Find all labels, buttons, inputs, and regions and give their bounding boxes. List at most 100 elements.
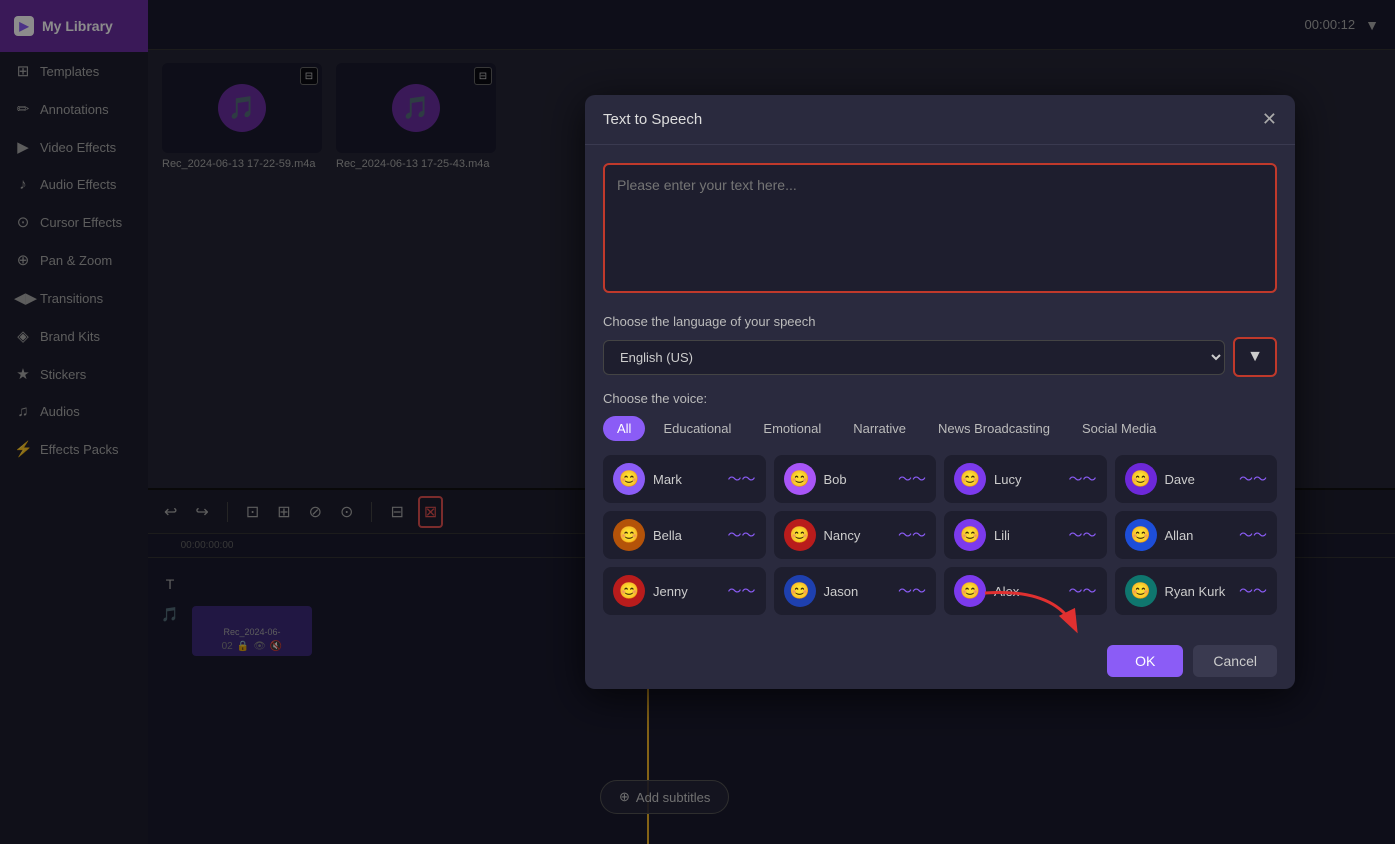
media-item[interactable]: 🎵 ⊟ Rec_2024-06-13 17-25-43.m4a — [336, 63, 496, 170]
sidebar-logo[interactable]: ▶ My Library — [0, 0, 148, 52]
split-button[interactable]: ⊞ — [273, 498, 294, 526]
tts-close-button[interactable]: ✕ — [1262, 109, 1277, 130]
add-subtitles-label: Add subtitles — [636, 790, 710, 805]
add-subtitles-button[interactable]: ⊕ Add subtitles — [600, 780, 729, 814]
transitions-icon: ◀▶ — [14, 289, 32, 307]
sidebar-item-pan-zoom[interactable]: ⊕ Pan & Zoom — [0, 241, 148, 279]
sidebar-item-templates[interactable]: ⊞ Templates — [0, 52, 148, 90]
voice-left: 😊 Lili — [954, 519, 1010, 551]
crop-button[interactable]: ⊡ — [242, 498, 263, 526]
bookmark-button[interactable]: ⊘ — [305, 498, 326, 526]
voice-name-bob: Bob — [824, 472, 847, 487]
voice-card-ryan[interactable]: 😊 Ryan Kurk 〜〜 — [1115, 567, 1278, 615]
logo-icon: ▶ — [14, 16, 34, 36]
clip-eye-icon: 👁 — [253, 641, 266, 652]
voice-avatar-ryan: 😊 — [1125, 575, 1157, 607]
tts-lang-label: Choose the language of your speech — [603, 314, 1277, 329]
ruler-label-start: 00:00:00:00 — [181, 540, 234, 551]
voice-wave-bob: 〜〜 — [898, 469, 926, 489]
voice-tab-narrative[interactable]: Narrative — [839, 416, 920, 441]
voice-tab-emotional[interactable]: Emotional — [749, 416, 835, 441]
brand-kits-icon: ◈ — [14, 327, 32, 345]
voice-avatar-mark: 😊 — [613, 463, 645, 495]
tts-text-input[interactable] — [603, 163, 1277, 293]
voice-card-mark[interactable]: 😊 Mark 〜〜 — [603, 455, 766, 503]
sidebar-item-label: Effects Packs — [40, 442, 119, 457]
topbar-dropdown-icon[interactable]: ▼ — [1365, 17, 1379, 33]
voice-name-ryan: Ryan Kurk — [1165, 584, 1226, 599]
voice-avatar-bella: 😊 — [613, 519, 645, 551]
voice-grid: 😊 Mark 〜〜 😊 Bob 〜〜 😊 Lucy 〜〜 — [603, 455, 1277, 615]
media-thumb: 🎵 ⊟ — [162, 63, 322, 153]
add-subtitles-icon: ⊕ — [619, 789, 630, 805]
sidebar-item-label: Annotations — [40, 102, 109, 117]
voice-name-mark: Mark — [653, 472, 682, 487]
voice-avatar-jason: 😊 — [784, 575, 816, 607]
voice-left: 😊 Jenny — [613, 575, 688, 607]
sidebar-item-label: Brand Kits — [40, 329, 100, 344]
sidebar-item-audios[interactable]: ♫ Audios — [0, 393, 148, 430]
voice-name-lili: Lili — [994, 528, 1010, 543]
tts-body: Choose the language of your speech Engli… — [585, 145, 1295, 633]
clip-controls: 02 🔒 👁 🔇 — [222, 641, 283, 652]
voice-tab-educational[interactable]: Educational — [649, 416, 745, 441]
sidebar-item-label: Stickers — [40, 367, 86, 382]
voice-name-nancy: Nancy — [824, 528, 861, 543]
voice-wave-jason: 〜〜 — [898, 581, 926, 601]
voice-card-jenny[interactable]: 😊 Jenny 〜〜 — [603, 567, 766, 615]
voice-card-lucy[interactable]: 😊 Lucy 〜〜 — [944, 455, 1107, 503]
cancel-button[interactable]: Cancel — [1193, 645, 1277, 677]
record-button[interactable]: ⊙ — [336, 498, 357, 526]
media-thumb-icon: 🎵 — [218, 84, 266, 132]
sidebar-item-label: Cursor Effects — [40, 215, 122, 230]
sidebar-item-brand-kits[interactable]: ◈ Brand Kits — [0, 317, 148, 355]
captions-button[interactable]: ⊟ — [386, 498, 407, 526]
voice-wave-ryan: 〜〜 — [1239, 581, 1267, 601]
sidebar-item-label: Audios — [40, 404, 80, 419]
voice-left: 😊 Dave — [1125, 463, 1195, 495]
voice-avatar-lili: 😊 — [954, 519, 986, 551]
voice-card-bob[interactable]: 😊 Bob 〜〜 — [774, 455, 937, 503]
sidebar-item-transitions[interactable]: ◀▶ Transitions — [0, 279, 148, 317]
tts-dropdown-button[interactable]: ▼ — [1233, 337, 1277, 377]
ok-button[interactable]: OK — [1107, 645, 1183, 677]
voice-card-dave[interactable]: 😊 Dave 〜〜 — [1115, 455, 1278, 503]
cursor-effects-icon: ⊙ — [14, 213, 32, 231]
voice-wave-jenny: 〜〜 — [728, 581, 756, 601]
tts-language-select[interactable]: English (US) — [603, 340, 1225, 375]
voice-card-lili[interactable]: 😊 Lili 〜〜 — [944, 511, 1107, 559]
voice-card-allan[interactable]: 😊 Allan 〜〜 — [1115, 511, 1278, 559]
voice-tab-all[interactable]: All — [603, 416, 645, 441]
annotations-icon: ✏ — [14, 100, 32, 118]
voice-left: 😊 Bob — [784, 463, 847, 495]
voice-card-bella[interactable]: 😊 Bella 〜〜 — [603, 511, 766, 559]
sidebar-item-effects-packs[interactable]: ⚡ Effects Packs — [0, 430, 148, 468]
effects-packs-icon: ⚡ — [14, 440, 32, 458]
arrow-indicator — [975, 583, 1095, 648]
sidebar-item-annotations[interactable]: ✏ Annotations — [0, 90, 148, 128]
voice-name-lucy: Lucy — [994, 472, 1021, 487]
sidebar-item-stickers[interactable]: ★ Stickers — [0, 355, 148, 393]
sidebar-item-video-effects[interactable]: ▶ Video Effects — [0, 128, 148, 166]
media-item[interactable]: 🎵 ⊟ Rec_2024-06-13 17-22-59.m4a — [162, 63, 322, 170]
media-name: Rec_2024-06-13 17-25-43.m4a — [336, 158, 496, 170]
sidebar-item-label: Pan & Zoom — [40, 253, 112, 268]
stickers-icon: ★ — [14, 365, 32, 383]
audio-effects-icon: ♪ — [14, 176, 32, 193]
sidebar-item-cursor-effects[interactable]: ⊙ Cursor Effects — [0, 203, 148, 241]
sidebar-item-label: Templates — [40, 64, 99, 79]
voice-left: 😊 Allan — [1125, 519, 1194, 551]
highlight-button[interactable]: ⊠ — [418, 496, 443, 528]
voice-tab-news-broadcasting[interactable]: News Broadcasting — [924, 416, 1064, 441]
voice-card-nancy[interactable]: 😊 Nancy 〜〜 — [774, 511, 937, 559]
redo-button[interactable]: ↪ — [191, 498, 212, 526]
tts-dialog: Text to Speech ✕ Choose the language of … — [585, 95, 1295, 689]
voice-card-jason[interactable]: 😊 Jason 〜〜 — [774, 567, 937, 615]
sidebar-item-audio-effects[interactable]: ♪ Audio Effects — [0, 166, 148, 203]
voice-tab-social-media[interactable]: Social Media — [1068, 416, 1170, 441]
undo-button[interactable]: ↩ — [160, 498, 181, 526]
topbar: 00:00:12 ▼ — [148, 0, 1395, 50]
voice-avatar-dave: 😊 — [1125, 463, 1157, 495]
clip-count-icon: 02 — [222, 641, 233, 652]
track-clip[interactable]: Rec_2024-06- 02 🔒 👁 🔇 — [192, 606, 312, 656]
